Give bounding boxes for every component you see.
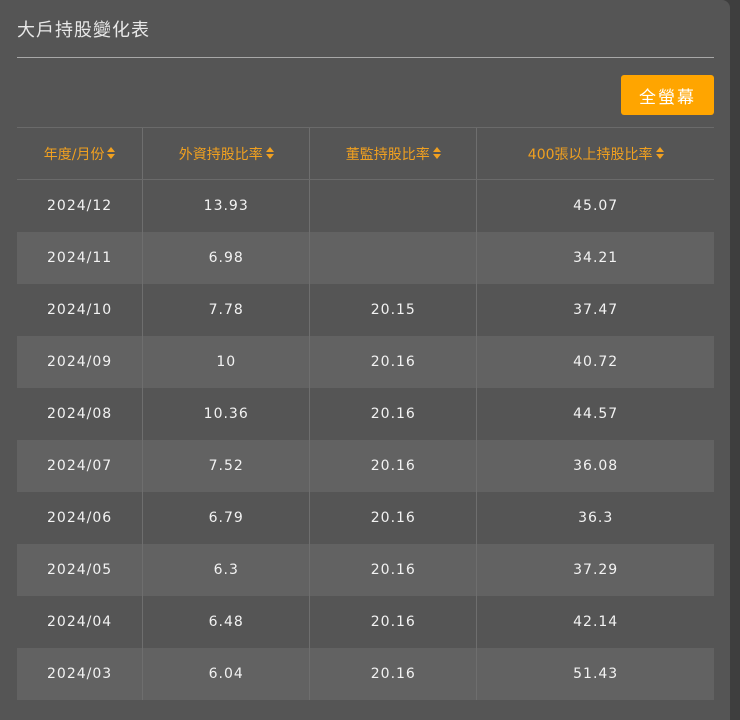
table-cell: 10.36 (142, 388, 310, 440)
card-title: 大戶持股變化表 (17, 20, 150, 41)
sort-icon[interactable] (265, 146, 274, 163)
table-cell: 45.07 (476, 179, 714, 232)
table-cell: 20.15 (309, 284, 477, 336)
table-cell: 2024/08 (47, 406, 113, 422)
table-cell: 2024/11 (17, 232, 143, 284)
table-cell: 34.21 (476, 232, 714, 284)
table-cell: 6.98 (142, 232, 310, 284)
table-cell: 2024/03 (17, 648, 143, 700)
table-cell: 51.43 (476, 648, 714, 700)
table-cell: 44.57 (476, 388, 714, 440)
table-row: 2024/11 6.98 34.21 (17, 232, 714, 284)
table-row: 2024/08 10.36 20.16 44.57 (17, 388, 714, 440)
table-row: 2024/10 7.78 20.15 37.47 (17, 284, 714, 336)
table-cell: 36.3 (476, 492, 714, 544)
sort-icon[interactable] (655, 146, 664, 163)
table-cell: 20.16 (309, 440, 477, 492)
table-cell: 7.52 (142, 440, 310, 492)
table-cell: 7.78 (142, 284, 310, 336)
table-cell: 20.16 (309, 492, 477, 544)
holdings-card: 大戶持股變化表 全螢幕 年度/月份 外資持股比率 董監持股比率 400張以上持股比率 … (0, 0, 730, 720)
table-row: 2024/04 6.48 20.16 42.14 (17, 596, 714, 648)
table-cell: 6.79 (142, 492, 310, 544)
table-cell: 6.04 (142, 648, 310, 700)
table-row: 2024/07 7.52 20.16 36.08 (17, 440, 714, 492)
table-cell: 6.3 (142, 544, 310, 596)
table-cell: 2024/07 (17, 440, 143, 492)
table-cell: 20.16 (309, 336, 477, 388)
column-header[interactable]: 400張以上持股比率 (476, 127, 714, 180)
column-header[interactable]: 外資持股比率 (142, 127, 310, 180)
table-row: 2024/03 6.04 20.16 51.43 (17, 648, 714, 700)
table-cell: 6.48 (142, 596, 310, 648)
table-row: 2024/06 6.79 20.16 36.3 (17, 492, 714, 544)
column-header[interactable]: 年度/月份 (17, 127, 143, 180)
sort-icon[interactable] (107, 146, 116, 163)
table-cell: 20.16 (309, 544, 477, 596)
table-cell: 2024/10 (47, 302, 113, 318)
column-header-label: 年度/月份 (43, 146, 105, 163)
column-header-label: 400張以上持股比率 (527, 146, 653, 163)
table-row: 2024/12 13.93 45.07 (17, 179, 714, 232)
table-row: 2024/09 10 20.16 40.72 (17, 336, 714, 388)
holdings-table: 年度/月份 外資持股比率 董監持股比率 400張以上持股比率 2024/12 13.93… (17, 127, 714, 700)
table-cell: 42.14 (476, 596, 714, 648)
table-cell: 13.93 (142, 179, 310, 232)
table-cell (309, 179, 477, 232)
table-cell: 20.16 (309, 388, 477, 440)
fullscreen-button[interactable]: 全螢幕 (621, 75, 714, 115)
table-cell: 37.47 (476, 284, 714, 336)
table-cell: 2024/09 (17, 336, 143, 388)
table-cell: 20.16 (309, 648, 477, 700)
column-header-label: 董監持股比率 (345, 146, 430, 163)
table-cell: 2024/05 (17, 544, 143, 596)
sort-icon[interactable] (432, 146, 441, 163)
table-cell: 2024/12 (47, 198, 113, 214)
table-cell: 10 (142, 336, 310, 388)
table-cell: 2024/06 (47, 510, 113, 526)
column-header[interactable]: 董監持股比率 (309, 127, 477, 180)
table-cell (309, 232, 477, 284)
table-cell: 40.72 (476, 336, 714, 388)
table-cell: 37.29 (476, 544, 714, 596)
column-header-label: 外資持股比率 (178, 146, 263, 163)
title-divider (17, 57, 714, 58)
table-cell: 36.08 (476, 440, 714, 492)
table-cell: 2024/04 (47, 614, 113, 630)
table-header-row: 年度/月份 外資持股比率 董監持股比率 400張以上持股比率 (17, 127, 714, 180)
table-cell: 20.16 (309, 596, 477, 648)
table-row: 2024/05 6.3 20.16 37.29 (17, 544, 714, 596)
